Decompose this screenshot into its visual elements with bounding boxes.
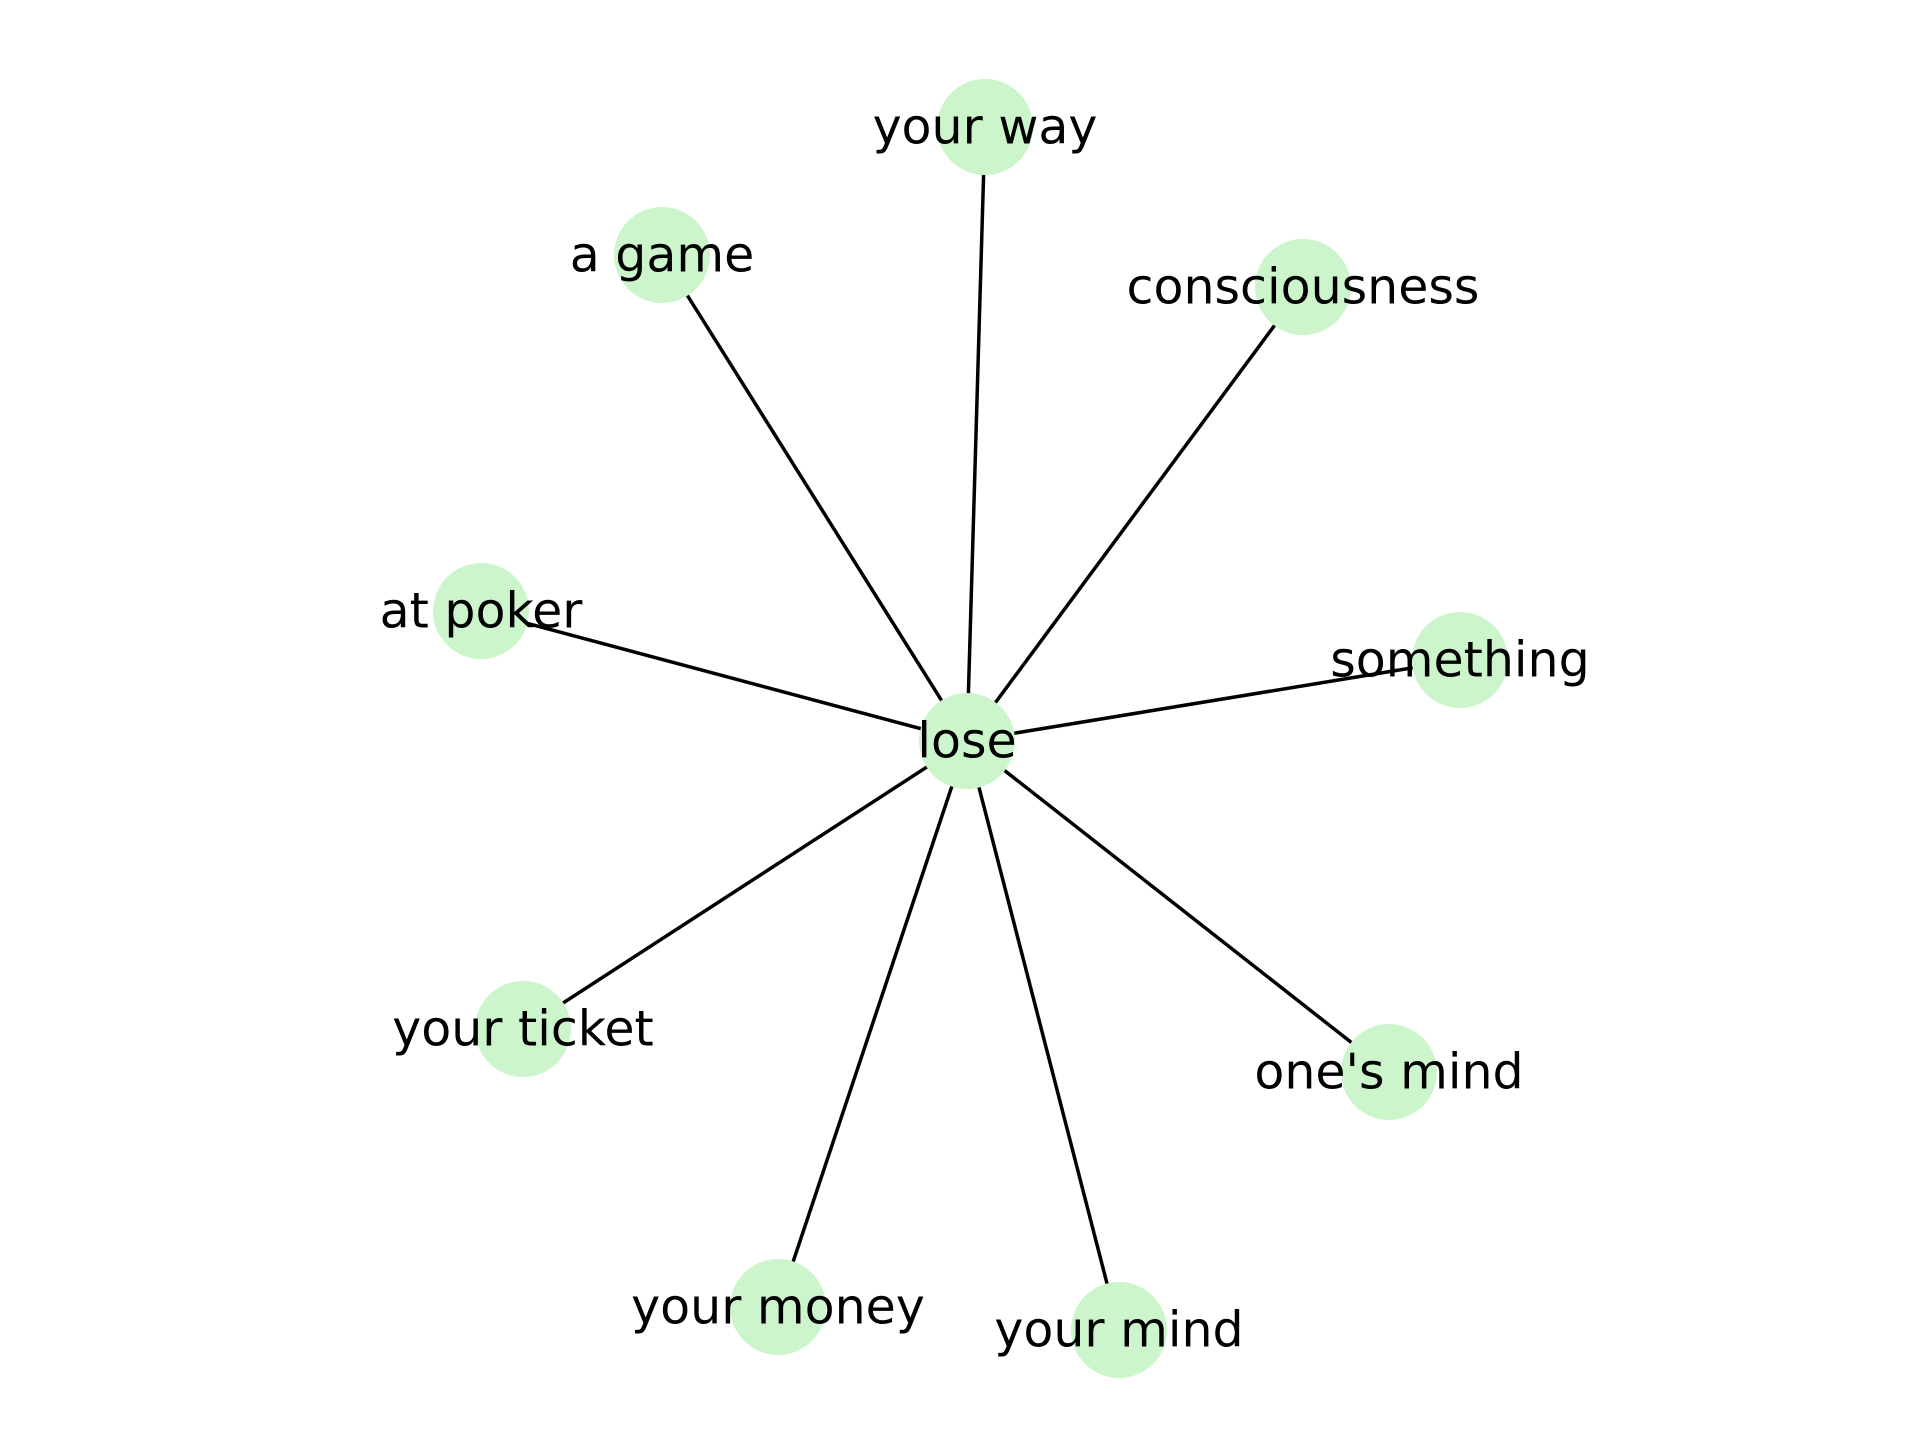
node-label-something: something [1330, 632, 1589, 689]
edge-lose-your-way [965, 125, 987, 743]
node-label-at-poker: at poker [380, 583, 584, 640]
node-lose: lose [917, 693, 1017, 789]
node-your-mind: your mind [994, 1282, 1244, 1378]
node-label-your-mind: your mind [994, 1302, 1243, 1359]
word-graph: lose your way a game consciousness at poker s… [380, 79, 1590, 1378]
node-something: something [1330, 612, 1590, 708]
edge-lose-your-ticket [521, 739, 969, 1031]
node-label-your-money: your money [631, 1279, 925, 1336]
nodes-layer: lose your way a game consciousness at poker s… [380, 79, 1590, 1378]
edge-lose-your-mind [965, 739, 1121, 1332]
edge-lose-your-money [776, 739, 969, 1309]
node-your-way: your way [873, 79, 1098, 175]
edge-lose-a-game [660, 253, 969, 743]
edge-lose-consciousness [965, 285, 1305, 743]
node-a-game: a game [570, 207, 755, 303]
node-ones-mind: one's mind [1254, 1024, 1524, 1120]
edge-lose-ones-mind [965, 739, 1391, 1074]
node-your-ticket: your ticket [392, 981, 654, 1077]
node-label-a-game: a game [570, 227, 755, 284]
node-label-lose: lose [917, 713, 1016, 770]
node-your-money: your money [631, 1259, 925, 1355]
node-label-your-way: your way [873, 99, 1098, 156]
node-label-consciousness: consciousness [1127, 259, 1480, 316]
node-label-your-ticket: your ticket [392, 1001, 654, 1058]
node-consciousness: consciousness [1127, 239, 1480, 335]
node-at-poker: at poker [380, 563, 584, 659]
node-label-ones-mind: one's mind [1254, 1044, 1523, 1101]
